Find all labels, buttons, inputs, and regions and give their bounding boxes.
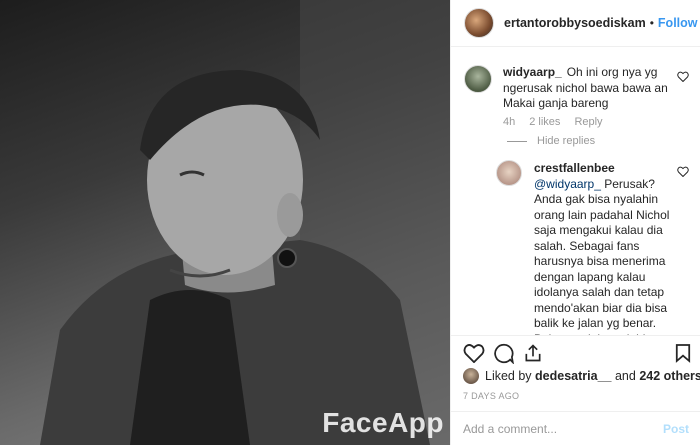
comment-icon[interactable] (493, 343, 515, 364)
post-author-username[interactable]: ertantorobbysoediskam (504, 16, 646, 30)
comment-body: Perusak? Anda gak bisa nyalahin orang la… (534, 176, 670, 336)
likes-prefix: Liked by (485, 369, 532, 383)
post-header: ertantorobbysoediskam • Follow (451, 0, 700, 47)
comments-list[interactable]: widyaarp_ Oh ini org nya yg ngerusak nich… (451, 47, 700, 335)
hide-replies-label: Hide replies (537, 135, 596, 147)
post-timestamp: 7 DAYS AGO (463, 391, 520, 401)
comment-text: crestfallenbee @widyaarp_ Perusak? Anda … (534, 161, 674, 335)
follow-button[interactable]: Follow (658, 16, 698, 30)
reply-button[interactable]: Reply (574, 116, 602, 128)
heart-icon[interactable] (463, 343, 485, 363)
bookmark-icon[interactable] (675, 343, 691, 363)
likes-others[interactable]: 242 others (639, 369, 700, 383)
heart-icon[interactable] (677, 71, 689, 82)
comment-meta: 4h 2 likes Reply (503, 116, 603, 128)
post-button[interactable]: Post (663, 422, 689, 436)
avatar[interactable] (464, 8, 494, 38)
avatar[interactable] (464, 65, 492, 93)
share-icon[interactable] (523, 343, 543, 363)
action-bar (451, 335, 700, 370)
post-photo[interactable]: FaceApp (0, 0, 450, 445)
comment-likes[interactable]: 2 likes (529, 116, 560, 128)
hide-replies-button[interactable]: Hide replies (507, 135, 595, 147)
comment-username[interactable]: widyaarp_ (503, 65, 562, 79)
likes-summary: Liked by dedesatria__ and 242 others (463, 368, 700, 384)
likes-and: and (614, 369, 636, 383)
add-comment-bar: Add a comment... Post (451, 411, 700, 446)
heart-icon[interactable] (677, 166, 689, 177)
separator-dot: • (649, 16, 654, 30)
comment-text: widyaarp_ Oh ini org nya yg ngerusak nich… (503, 65, 673, 112)
avatar[interactable] (496, 160, 522, 186)
portrait-illustration (40, 0, 450, 445)
comment-input[interactable]: Add a comment... (463, 422, 557, 436)
faceapp-watermark: FaceApp (322, 407, 444, 438)
post-side-panel: ertantorobbysoediskam • Follow widyaarp_… (450, 0, 700, 445)
divider (507, 140, 527, 142)
comment-mention[interactable]: @widyaarp_ (534, 177, 601, 191)
comment-username[interactable]: crestfallenbee (534, 161, 615, 175)
liked-by-user[interactable]: dedesatria__ (535, 369, 611, 383)
comment-time: 4h (503, 116, 516, 128)
avatar[interactable] (463, 368, 479, 384)
